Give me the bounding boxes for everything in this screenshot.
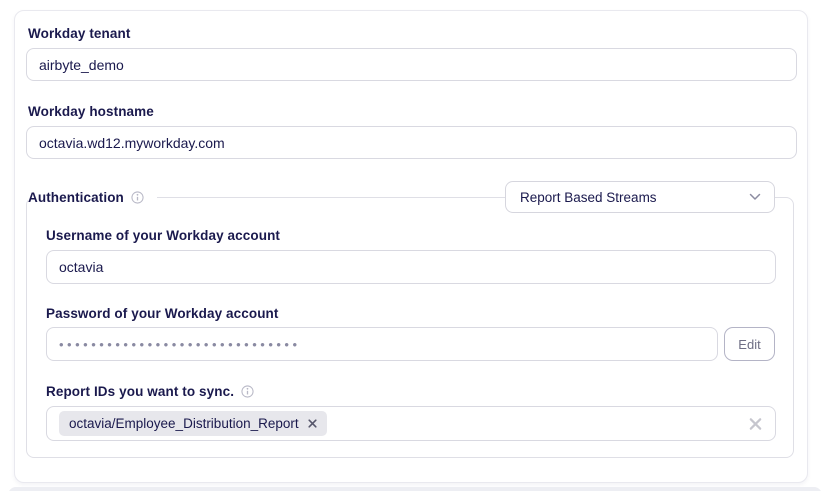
report-id-tag: octavia/Employee_Distribution_Report bbox=[59, 411, 327, 436]
authentication-section-header: Authentication bbox=[28, 189, 157, 206]
username-label: Username of your Workday account bbox=[46, 228, 280, 243]
auth-mode-select[interactable]: Report Based Streams bbox=[505, 181, 775, 213]
password-label: Password of your Workday account bbox=[46, 306, 279, 321]
clear-all-icon[interactable] bbox=[749, 417, 762, 430]
info-icon[interactable] bbox=[131, 191, 144, 204]
workday-hostname-input[interactable] bbox=[26, 126, 797, 159]
workday-tenant-label: Workday tenant bbox=[28, 26, 130, 41]
report-id-tag-text: octavia/Employee_Distribution_Report bbox=[69, 416, 299, 431]
password-input[interactable] bbox=[46, 327, 718, 361]
report-ids-label-row: Report IDs you want to sync. bbox=[46, 384, 254, 399]
chevron-down-icon bbox=[749, 193, 761, 201]
info-icon[interactable] bbox=[241, 385, 254, 398]
tag-remove-icon[interactable] bbox=[308, 419, 317, 428]
password-edit-button[interactable]: Edit bbox=[724, 327, 775, 361]
report-ids-tag-input[interactable]: octavia/Employee_Distribution_Report bbox=[46, 406, 776, 441]
auth-mode-selected-value: Report Based Streams bbox=[520, 190, 657, 205]
next-section-card-edge bbox=[8, 487, 822, 491]
workday-tenant-input[interactable] bbox=[26, 48, 797, 81]
workday-hostname-label: Workday hostname bbox=[28, 104, 154, 119]
connector-settings-page: { "card": { "tenant": { "label": "Workda… bbox=[0, 0, 822, 491]
report-ids-label: Report IDs you want to sync. bbox=[46, 384, 234, 399]
username-input[interactable] bbox=[46, 250, 776, 284]
authentication-label: Authentication bbox=[28, 190, 124, 205]
